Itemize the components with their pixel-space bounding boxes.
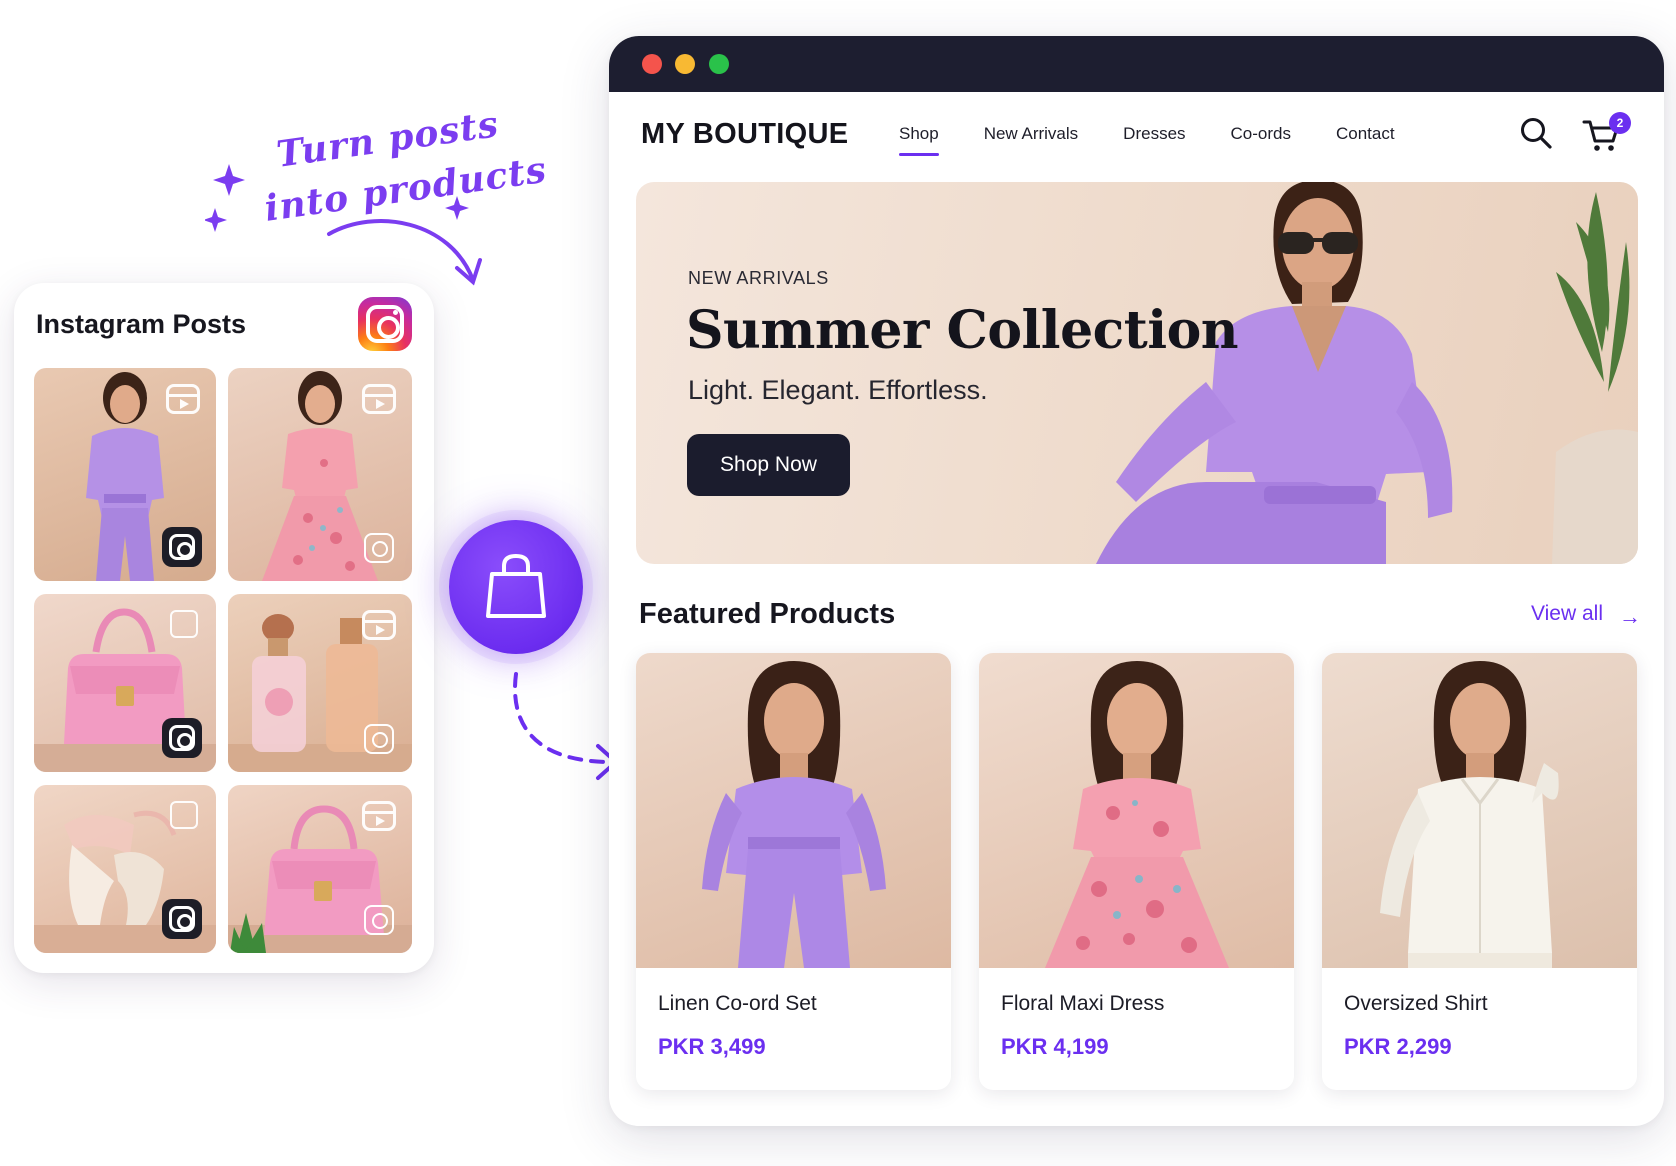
instagram-post-tile[interactable] — [34, 368, 216, 581]
search-icon[interactable] — [1519, 116, 1553, 150]
post-icon — [170, 801, 198, 829]
instagram-logo-icon — [358, 297, 412, 351]
store-brand-logo[interactable]: MY BOUTIQUE — [641, 118, 848, 151]
hero-title: Summer Collection — [686, 300, 1239, 361]
instagram-posts-panel: Instagram Posts — [14, 283, 434, 973]
nav-item-shop[interactable]: Shop — [899, 124, 939, 156]
minimize-window-button[interactable] — [675, 54, 695, 74]
instagram-post-tile[interactable] — [228, 368, 412, 581]
product-name: Floral Maxi Dress — [1001, 992, 1165, 1015]
shopping-bag-icon — [486, 553, 546, 618]
close-window-button[interactable] — [642, 54, 662, 74]
instagram-post-tile[interactable] — [34, 594, 216, 772]
product-price: PKR 4,199 — [1001, 1034, 1109, 1059]
curved-arrow-icon — [327, 219, 482, 286]
store-nav: Shop New Arrivals Dresses Co-ords Contac… — [899, 124, 1440, 156]
instagram-post-icon — [362, 531, 396, 565]
cart-count-badge: 2 — [1609, 112, 1631, 134]
product-price: PKR 3,499 — [658, 1034, 766, 1059]
hero-eyebrow: NEW ARRIVALS — [688, 268, 829, 288]
product-image — [636, 653, 951, 968]
product-card[interactable]: Floral Maxi Dress PKR 4,199 — [979, 653, 1294, 1090]
instagram-post-tile[interactable] — [34, 785, 216, 953]
convert-to-product-button[interactable] — [449, 520, 583, 654]
instagram-post-tile[interactable] — [228, 785, 412, 953]
hero-banner: NEW ARRIVALS Summer Collection Light. El… — [636, 182, 1638, 564]
product-card[interactable]: Oversized Shirt PKR 2,299 — [1322, 653, 1637, 1090]
nav-item-new-arrivals[interactable]: New Arrivals — [984, 124, 1078, 144]
view-all-link[interactable]: View all — [1531, 602, 1603, 626]
product-price: PKR 2,299 — [1344, 1034, 1452, 1059]
storefront-browser-window: MY BOUTIQUE Shop New Arrivals Dresses Co… — [609, 36, 1664, 1126]
post-icon — [170, 610, 198, 638]
shop-now-button[interactable]: Shop Now — [687, 434, 850, 496]
featured-products-heading: Featured Products — [639, 598, 896, 630]
instagram-post-icon — [162, 527, 202, 567]
arrow-right-icon[interactable]: → — [1619, 604, 1641, 630]
product-image — [979, 653, 1294, 968]
instagram-post-icon — [362, 903, 396, 937]
instagram-post-icon — [362, 722, 396, 756]
product-name: Oversized Shirt — [1344, 992, 1488, 1015]
reel-icon — [362, 384, 396, 414]
hero-model-photo — [1096, 182, 1638, 564]
instagram-post-tile[interactable] — [228, 594, 412, 772]
instagram-post-icon — [162, 718, 202, 758]
instagram-panel-title: Instagram Posts — [36, 309, 247, 339]
product-image — [1322, 653, 1637, 968]
nav-item-dresses[interactable]: Dresses — [1123, 124, 1185, 144]
product-card[interactable]: Linen Co-ord Set PKR 3,499 — [636, 653, 951, 1090]
hero-tagline: Light. Elegant. Effortless. — [688, 375, 988, 405]
browser-titlebar — [609, 36, 1664, 92]
reel-icon — [362, 801, 396, 831]
instagram-post-icon — [162, 899, 202, 939]
reel-icon — [166, 384, 200, 414]
reel-icon — [362, 610, 396, 640]
product-name: Linen Co-ord Set — [658, 992, 817, 1015]
nav-item-contact[interactable]: Contact — [1336, 124, 1395, 144]
nav-item-co-ords[interactable]: Co-ords — [1231, 124, 1291, 144]
maximize-window-button[interactable] — [709, 54, 729, 74]
